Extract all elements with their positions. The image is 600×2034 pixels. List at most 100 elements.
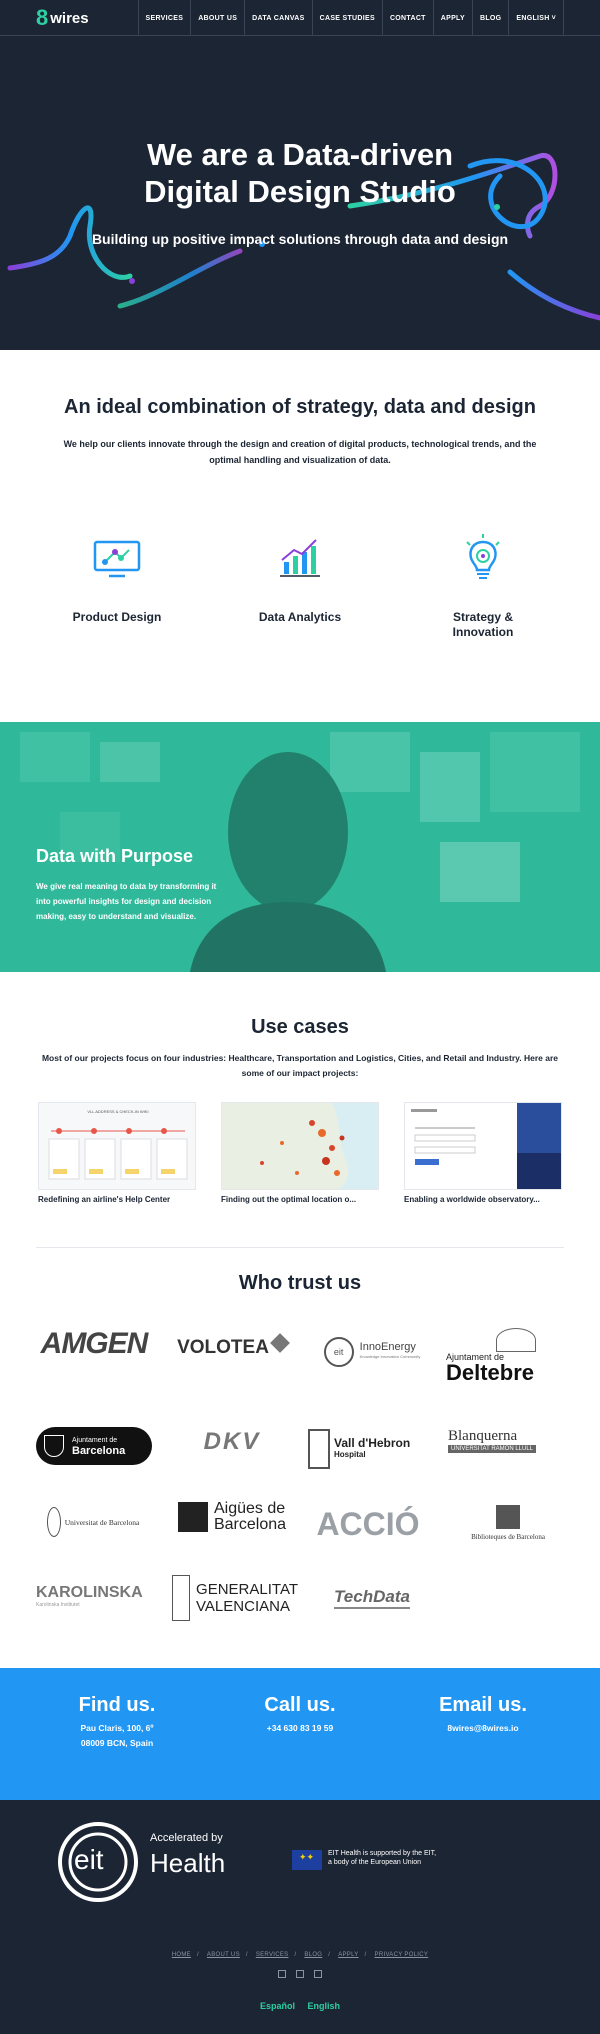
service-label: Data Analytics [258,610,342,624]
eu-stars-icon: ✦✦ [299,1852,315,1862]
separator: / [328,1952,331,1958]
language-dropdown[interactable]: ENGLISH ˅ [508,0,564,36]
case-card-location[interactable]: Finding out the optimal location o... [221,1102,379,1204]
logo-subtext: Karolinska Institutet [36,1602,80,1608]
separator: / [364,1952,367,1958]
client-logo-ub: Universitat de Barcelona [34,1500,152,1544]
nav-apply[interactable]: APPLY [432,0,472,36]
eu-text-line1: EIT Health is supported by the EIT, [328,1850,437,1857]
footer-link-privacy[interactable]: PRIVACY POLICY [375,1952,429,1958]
logo[interactable]: 8 wires [36,6,89,30]
nav-case-studies[interactable]: CASE STUDIES [311,0,382,36]
logo-text: Universitat de Barcelona [64,1517,140,1527]
logo-text: TechData [334,1587,410,1609]
use-cases-intro: Most of our projects focus on four indus… [41,1053,559,1078]
case-thumbnail [221,1102,379,1190]
service-data-analytics[interactable]: Data Analytics [225,530,375,625]
generalitat-emblem-icon [172,1575,191,1621]
footer-link-blog[interactable]: BLOG [304,1952,322,1958]
vall-hebron-cross-icon [308,1429,330,1469]
phone-link[interactable]: +34 630 83 19 59 [210,1721,390,1736]
barcelona-text: Ajuntament de Barcelona [72,1435,125,1457]
client-logo-deltebre: Ajuntament de Deltebre [446,1322,566,1390]
footer-links: HOME / ABOUT US / SERVICES / BLOG / APPLY / P… [0,1952,600,1958]
purpose-title: Data with Purpose [36,846,194,866]
service-label: Product Design [72,610,162,624]
twitter-icon[interactable] [278,1970,286,1978]
email-link[interactable]: 8wires@8wires.io [393,1721,573,1736]
footer: eit Accelerated by Health ✦✦ EIT Health … [0,1800,600,2034]
service-label: Strategy & Innovation [452,610,514,639]
language-switcher: Español English [0,2001,600,2011]
service-product-design[interactable]: Product Design [42,530,192,625]
biblioteques-icon [496,1505,520,1529]
separator: / [294,1952,297,1958]
case-title: Finding out the optimal location o... [221,1195,357,1204]
footer-link-about[interactable]: ABOUT US [207,1952,240,1958]
client-logo-aigues: Aigües de Barcelona [172,1495,292,1539]
case-card-airline[interactable]: VLL ADDRESS & CHECK-IN WIKI Redefining a… [38,1102,196,1204]
health-text: Health [150,1848,226,1878]
case-card-observatory[interactable]: Enabling a worldwide observatory... [404,1102,562,1204]
footer-link-services[interactable]: SERVICES [256,1952,289,1958]
footer-link-apply[interactable]: APPLY [338,1952,358,1958]
aigues-text: Aigües de Barcelona [214,1501,286,1533]
client-logo-volotea: VOLOTEA [172,1326,292,1370]
use-cases-title: Use cases [251,1016,349,1038]
nav-about-us[interactable]: ABOUT US [190,0,244,36]
barcelona-shield-icon [44,1435,64,1457]
aigues-waves-icon [177,1502,208,1532]
logo-text: KAROLINSKA [36,1584,143,1601]
vall-hebron-text: Vall d'Hebron Hospital [334,1437,410,1461]
client-logo-innoenergy: eit InnoEnergy Knowledge Innovation Comm… [310,1330,434,1374]
hero-subtitle: Building up positive impact solutions th… [91,231,509,247]
nav-blog[interactable]: BLOG [471,0,508,36]
logo-text: wires [50,9,89,27]
instagram-icon[interactable] [314,1970,322,1978]
email-us-block: Email us. 8wires@8wires.io [393,1694,573,1736]
logo-text: VALENCIANA [196,1598,290,1615]
hero-title-line2: Digital Design Studio [144,174,456,209]
lang-english[interactable]: English [308,2001,341,2011]
service-strategy-innovation[interactable]: Strategy & Innovation [408,530,558,640]
address-line2: 08009 BCN, Spain [80,1738,154,1748]
services-intro: We help our clients innovate through the… [63,439,537,465]
address-line1: Pau Claris, 100, 6º [80,1723,154,1733]
linkedin-icon[interactable] [296,1970,304,1978]
client-logo-amgen: AMGEN [34,1322,154,1366]
data-analytics-icon [272,530,328,586]
product-design-icon [89,530,145,586]
contact-section: Find us. Pau Claris, 100, 6º 08009 BCN, … [0,1668,600,1800]
case-thumbnail [404,1102,562,1190]
eit-text: eit [74,1844,104,1875]
lang-espanol[interactable]: Español [260,2001,295,2011]
nav-data-canvas[interactable]: DATA CANVAS [244,0,311,36]
client-logo-techdata: TechData [312,1576,432,1620]
logo-text: InnoEnergy [359,1341,416,1353]
client-logo-vall-hebron: Vall d'Hebron Hospital [308,1424,432,1474]
social-links [0,1970,600,1978]
nav-contact[interactable]: CONTACT [381,0,433,36]
eu-text-line2: a body of the European Union [328,1859,422,1866]
section-divider [36,1247,564,1248]
separator: / [245,1952,248,1958]
services-section: An ideal combination of strategy, data a… [0,350,600,722]
client-logo-biblioteques: Biblioteques de Barcelona [448,1498,568,1548]
eit-health-logo[interactable]: eit Accelerated by Health [56,1820,256,1910]
logo-text: Vall d'Hebron [334,1436,411,1450]
deltebre-emblem-icon [496,1328,536,1352]
footer-link-home[interactable]: HOME [172,1952,191,1958]
thumb-heading: VLL ADDRESS & CHECK-IN WIKI [87,1109,148,1114]
logo-text: Blanquerna [448,1427,518,1444]
case-title: Redefining an airline's Help Center [38,1195,171,1204]
logo-subtext: UNIVERSITAT RAMON LLULL [448,1444,537,1453]
nav-services[interactable]: SERVICES [137,0,191,36]
hero-title-line1: We are a Data-driven [146,137,454,172]
clients-title: Who trust us [238,1272,362,1294]
use-cases-section: Use cases Most of our projects focus on … [0,972,600,1248]
language-label: ENGLISH [516,14,550,22]
find-us-block: Find us. Pau Claris, 100, 6º 08009 BCN, … [27,1694,207,1751]
eit-circle-icon: eit [323,1337,354,1367]
logo-text: Barcelona [213,1516,287,1533]
hero-section: We are a Data-driven Digital Design Stud… [0,36,600,350]
